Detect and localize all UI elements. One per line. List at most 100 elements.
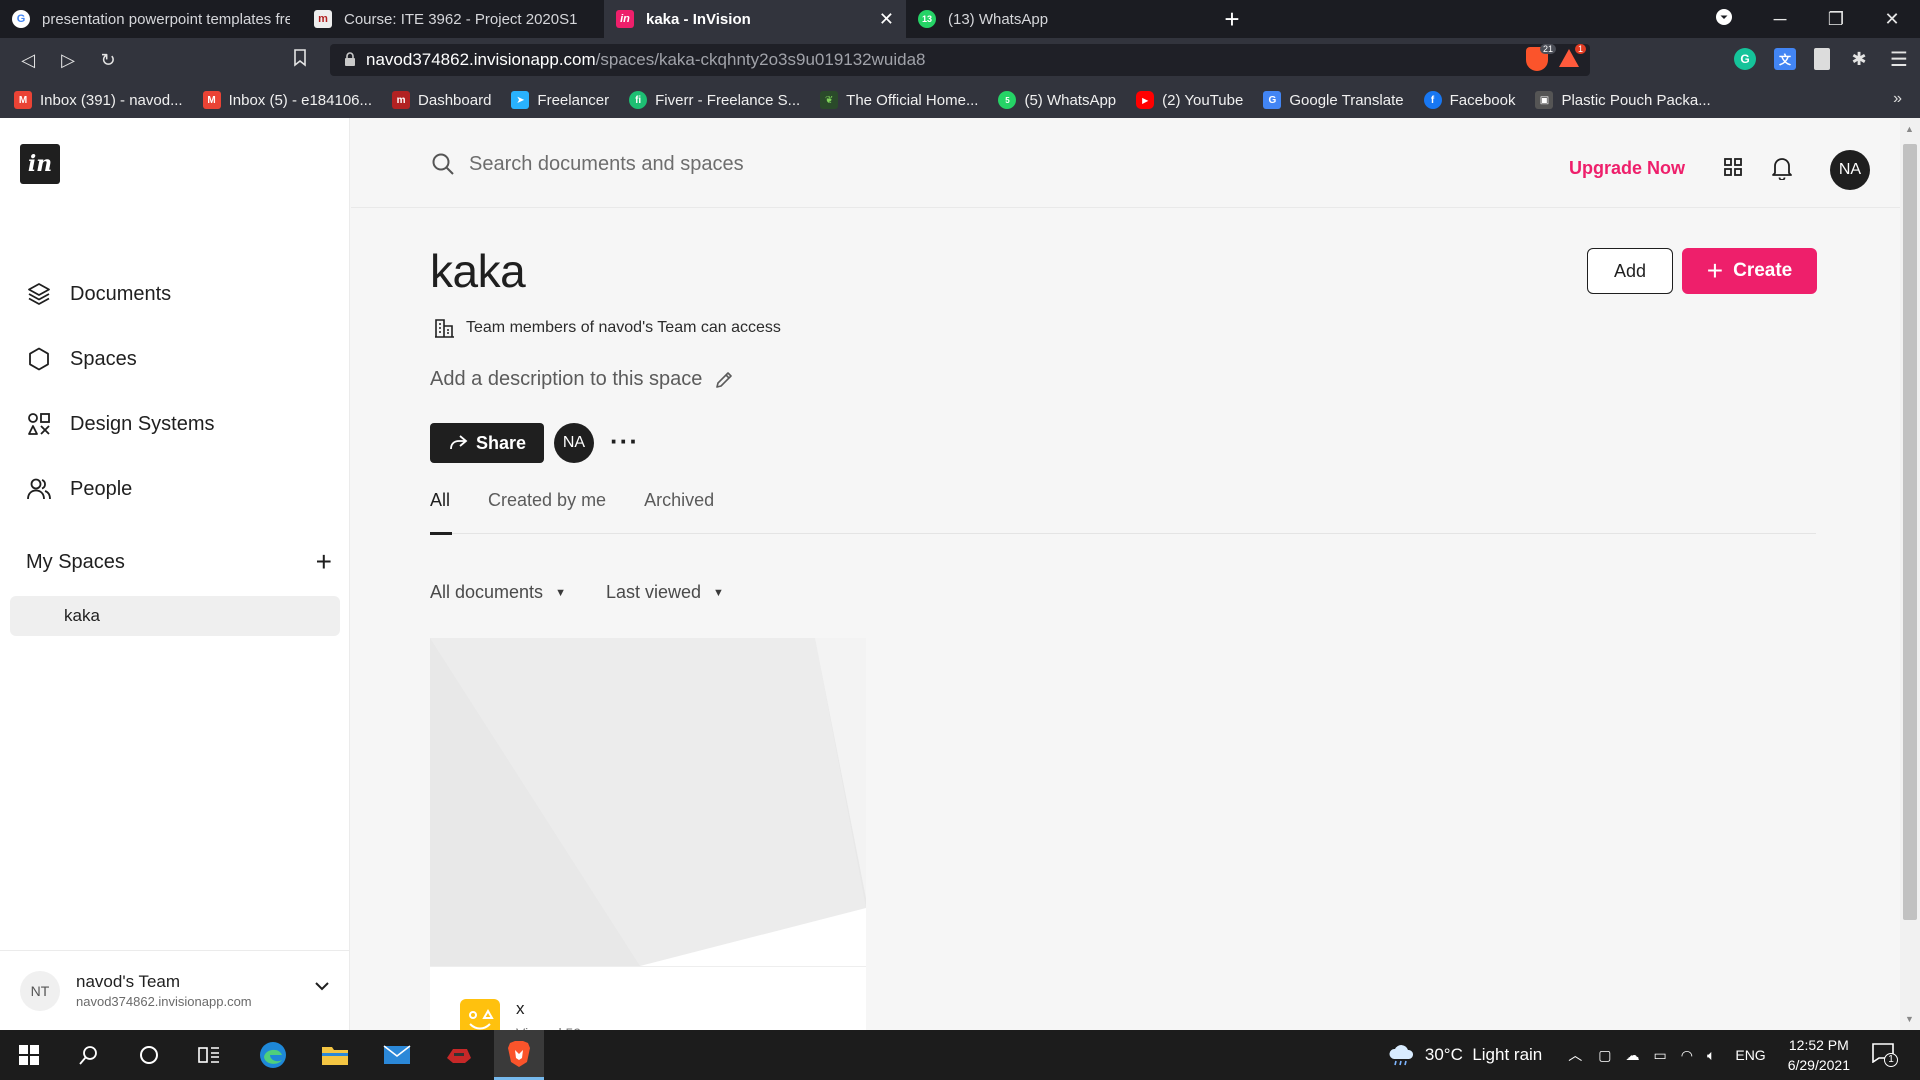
share-button[interactable]: Share	[430, 423, 544, 463]
search-input[interactable]: Search documents and spaces	[431, 152, 744, 176]
browser-tab[interactable]: m Course: ITE 3962 - Project 2020S1	[302, 0, 604, 38]
invision-logo[interactable]: in	[20, 144, 60, 184]
minimize-icon[interactable]: ─	[1752, 9, 1808, 30]
sidebar-item-documents[interactable]: Documents	[26, 274, 171, 314]
tab-all[interactable]: All	[430, 490, 453, 535]
document-icon[interactable]	[1814, 48, 1830, 70]
bookmark-item[interactable]: ▶ (2) YouTube	[1136, 91, 1243, 109]
browser-tab[interactable]: G presentation powerpoint templates fre	[0, 0, 302, 38]
translate-icon[interactable]: 文	[1774, 48, 1796, 70]
mail-icon[interactable]	[372, 1030, 422, 1080]
new-tab-button[interactable]: +	[1208, 0, 1256, 38]
pencil-icon[interactable]	[714, 370, 734, 390]
notification-center-icon[interactable]: 1	[1872, 1042, 1908, 1068]
moodle-icon: m	[314, 10, 332, 28]
tab-title: Course: ITE 3962 - Project 2020S1	[344, 10, 578, 28]
meet-now-icon[interactable]: ▢	[1598, 1047, 1611, 1064]
close-window-icon[interactable]: ✕	[1864, 9, 1920, 30]
sidebar-item-label: Documents	[70, 282, 172, 305]
browser-tab[interactable]: 13 (13) WhatsApp	[906, 0, 1208, 38]
sidebar-space-item[interactable]: kaka	[10, 596, 340, 636]
tab-search-icon[interactable]	[1696, 8, 1752, 30]
scrollbar-thumb[interactable]	[1903, 144, 1917, 920]
bell-icon[interactable]	[1771, 156, 1793, 180]
brave-shield-icon[interactable]: 21	[1526, 44, 1556, 71]
google-icon: G	[12, 10, 30, 28]
bookmark-item[interactable]: M Inbox (5) - e184106...	[202, 91, 372, 109]
volume-icon[interactable]: 🔈︎	[1707, 1047, 1715, 1064]
bookmark-item[interactable]: 5 (5) WhatsApp	[998, 91, 1116, 109]
back-icon[interactable]: ◁	[8, 50, 48, 71]
filter-label: Last viewed	[605, 582, 702, 602]
game-app-icon[interactable]	[434, 1030, 484, 1080]
task-view-icon[interactable]	[184, 1030, 234, 1080]
tab-created-by-me[interactable]: Created by me	[488, 490, 606, 534]
bookmark-label: Inbox (391) - navod...	[40, 91, 183, 109]
brave-rewards-icon[interactable]: 1	[1558, 44, 1586, 69]
restore-icon[interactable]: ❐	[1808, 9, 1864, 30]
battery-icon[interactable]: ▭	[1654, 1047, 1667, 1064]
chevron-down-icon[interactable]	[314, 981, 330, 991]
search-icon[interactable]	[64, 1030, 114, 1080]
language-indicator[interactable]: ENG	[1735, 1047, 1765, 1063]
bookmark-item[interactable]: ➤ Freelancer	[511, 91, 609, 109]
tab-archived[interactable]: Archived	[644, 490, 714, 534]
browser-tab-active[interactable]: in kaka - InVision ✕	[604, 0, 906, 38]
apps-grid-icon[interactable]	[1724, 158, 1742, 176]
windows-start-icon[interactable]	[4, 1030, 54, 1080]
clock[interactable]: 12:52 PM 6/29/2021	[1788, 1035, 1850, 1075]
team-switcher[interactable]: NT navod's Team navod374862.invisionapp.…	[0, 950, 350, 1030]
forward-icon[interactable]: ▷	[48, 50, 88, 71]
more-options-icon[interactable]: ···	[610, 426, 639, 457]
freelancer-icon: ➤	[511, 91, 530, 109]
chevron-double-right-icon[interactable]: »	[1893, 90, 1902, 108]
bookmark-item[interactable]: fi Fiverr - Freelance S...	[629, 91, 800, 109]
grammarly-icon[interactable]: G	[1734, 48, 1756, 70]
create-button[interactable]: + Create	[1682, 248, 1817, 294]
user-avatar[interactable]: NA	[1830, 150, 1870, 190]
invision-icon: in	[616, 10, 634, 28]
wifi-icon[interactable]: ◠	[1681, 1047, 1693, 1064]
scroll-up-icon[interactable]: ▲	[1905, 124, 1914, 134]
bookmark-item[interactable]: m Dashboard	[392, 91, 491, 109]
bookmark-item[interactable]: ▣ Plastic Pouch Packa...	[1535, 91, 1711, 109]
cortana-icon[interactable]	[124, 1030, 174, 1080]
page-scrollbar[interactable]: ▲ ▼	[1900, 118, 1920, 1030]
upgrade-now-link[interactable]: Upgrade Now	[1569, 158, 1685, 179]
menu-icon[interactable]: ☰	[1888, 48, 1910, 71]
member-avatar[interactable]: NA	[554, 423, 594, 463]
reload-icon[interactable]: ↻	[88, 50, 128, 71]
sidebar-item-design-systems[interactable]: Design Systems	[26, 404, 215, 444]
bookmark-item[interactable]: G Google Translate	[1263, 91, 1404, 109]
add-space-icon[interactable]: +	[316, 548, 332, 576]
url-field[interactable]: navod374862.invisionapp.com/spaces/kaka-…	[330, 44, 1590, 76]
document-card[interactable]: x Viewed 59m ago	[430, 638, 866, 1038]
close-icon[interactable]: ✕	[879, 9, 894, 30]
description-field[interactable]: Add a description to this space	[430, 368, 734, 391]
bookmark-item[interactable]: f Facebook	[1423, 91, 1515, 109]
file-explorer-icon[interactable]	[310, 1030, 360, 1080]
weather-text[interactable]: 30°C Light rain	[1425, 1045, 1542, 1065]
chevron-up-icon[interactable]: ︿	[1568, 1045, 1582, 1065]
document-name: x	[516, 999, 525, 1018]
puzzle-icon[interactable]: ✱	[1848, 48, 1870, 70]
page-title: kaka	[430, 245, 526, 297]
sidebar-item-spaces[interactable]: Spaces	[26, 339, 137, 379]
whatsapp-icon: 13	[918, 10, 936, 28]
sidebar-item-people[interactable]: People	[26, 469, 132, 509]
brave-browser-icon[interactable]	[494, 1030, 544, 1080]
bookmark-item[interactable]: M Inbox (391) - navod...	[14, 91, 183, 109]
share-icon	[450, 435, 468, 450]
leaf-icon: ❦	[820, 91, 839, 109]
edge-icon[interactable]	[248, 1030, 298, 1080]
sort-filter[interactable]: Last viewed ▼	[606, 582, 724, 603]
document-type-filter[interactable]: All documents ▼	[430, 582, 566, 603]
hexagon-icon	[29, 347, 49, 371]
scroll-down-icon[interactable]: ▼	[1905, 1014, 1914, 1024]
add-button[interactable]: Add	[1587, 248, 1673, 294]
cloud-rain-icon	[1389, 1045, 1413, 1066]
bookmark-item[interactable]: ❦ The Official Home...	[820, 91, 978, 109]
onedrive-icon[interactable]: ☁	[1626, 1047, 1640, 1064]
bookmark-icon[interactable]	[280, 48, 320, 72]
filter-label: All documents	[430, 582, 544, 602]
